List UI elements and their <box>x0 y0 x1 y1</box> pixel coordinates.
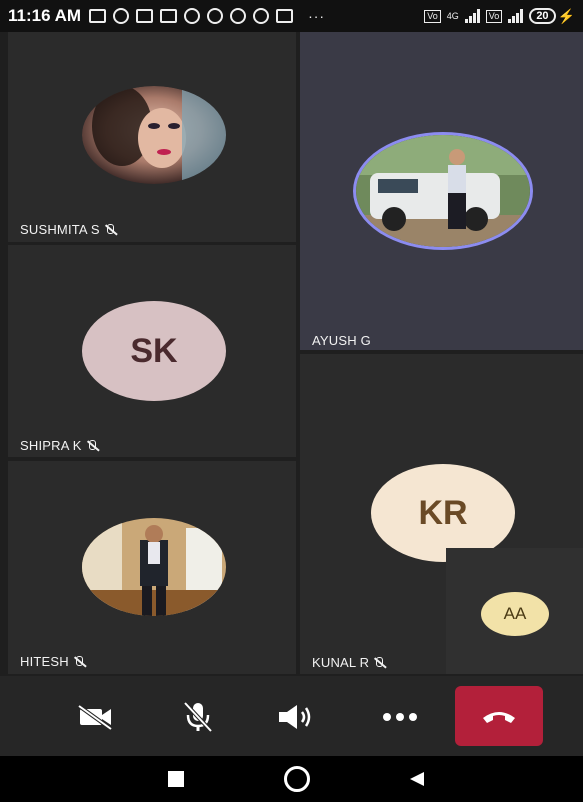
message-icon <box>89 9 107 23</box>
back-button[interactable] <box>408 770 426 793</box>
speaker-button[interactable] <box>266 688 326 746</box>
grid-icon <box>276 9 294 23</box>
participant-tile-hitesh[interactable]: HITESH <box>8 461 296 674</box>
more-options-button[interactable] <box>372 688 428 746</box>
back-icon <box>410 772 424 786</box>
battery-indicator: 20 ⚡ <box>529 8 575 25</box>
participant-tile-sushmita[interactable]: SUSHMITA S <box>8 32 296 242</box>
status-bar: 11:16 AM ··· Vo 4G Vo 20 ⚡ <box>0 0 583 32</box>
mute-button[interactable] <box>168 688 228 746</box>
app-icon <box>184 8 201 24</box>
microphone-muted-icon <box>86 439 99 452</box>
calendar-icon <box>160 9 178 23</box>
more-icon <box>383 713 417 721</box>
home-button[interactable] <box>284 766 310 792</box>
gallery-icon <box>136 9 154 23</box>
more-notifications-icon: ··· <box>308 8 326 24</box>
signal-icon <box>508 9 524 23</box>
self-view-tile[interactable]: AA <box>446 548 583 674</box>
game-icon <box>230 8 247 24</box>
game-icon <box>253 8 270 24</box>
microphone-off-icon <box>183 701 213 733</box>
participant-name: SHIPRA K <box>20 438 99 453</box>
end-call-button[interactable] <box>455 686 543 746</box>
camera-toggle-button[interactable] <box>66 688 126 746</box>
charging-icon: ⚡ <box>557 7 575 24</box>
call-controls-bar <box>0 676 583 756</box>
avatar <box>82 86 226 184</box>
volte-icon: Vo <box>485 9 503 23</box>
participant-name: HITESH <box>20 654 86 669</box>
recent-apps-button[interactable] <box>168 771 184 787</box>
volte-icon: Vo <box>424 9 441 23</box>
avatar-initials: SK <box>82 301 226 401</box>
participant-tile-shipra[interactable]: SK SHIPRA K <box>8 245 296 457</box>
camera-off-icon <box>77 704 113 730</box>
avatar-initials: AA <box>481 592 549 636</box>
battery-level: 20 <box>529 8 556 24</box>
microphone-muted-icon <box>104 223 117 236</box>
participant-name: KUNAL R <box>312 655 386 670</box>
microphone-muted-icon <box>73 655 86 668</box>
participant-name: SUSHMITA S <box>20 222 117 237</box>
microphone-muted-icon <box>373 656 386 669</box>
navigation-bar <box>0 756 583 802</box>
facebook-icon <box>113 8 130 24</box>
game-icon <box>207 8 224 24</box>
notification-icons: ··· <box>89 8 424 24</box>
end-call-icon <box>483 712 515 723</box>
participant-name: AYUSH G <box>312 333 371 348</box>
signal-icon <box>464 9 480 23</box>
network-type: 4G <box>446 11 459 21</box>
participant-tile-ayush[interactable]: AYUSH G <box>300 32 583 350</box>
speaker-icon <box>279 705 311 729</box>
avatar <box>353 132 533 250</box>
status-time: 11:16 AM <box>8 6 82 25</box>
avatar <box>82 518 226 616</box>
